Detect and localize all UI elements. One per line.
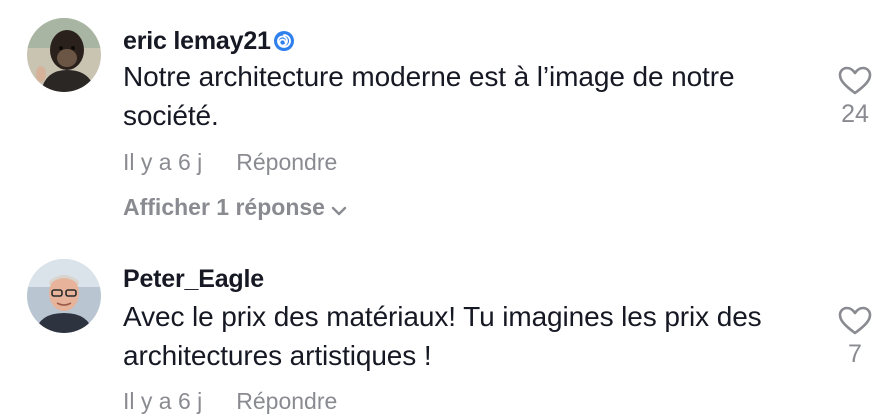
like-control: 24 <box>828 66 882 129</box>
swirl-emoji-icon <box>273 30 295 59</box>
view-replies-button[interactable]: Afficher 1 réponse <box>123 194 347 221</box>
comment-meta: Il y a 6 j Répondre <box>123 388 337 415</box>
comment-time: Il y a 6 j <box>123 388 203 414</box>
comment-text: Notre architecture moderne est à l’image… <box>123 61 735 131</box>
like-count: 7 <box>848 340 862 368</box>
reply-button[interactable]: Répondre <box>236 149 337 175</box>
heart-icon[interactable] <box>838 66 872 96</box>
heart-icon[interactable] <box>838 306 872 336</box>
view-replies-label: Afficher 1 réponse <box>123 194 325 220</box>
chevron-down-icon <box>331 206 347 216</box>
reply-button[interactable]: Répondre <box>236 388 337 414</box>
avatar[interactable] <box>27 259 101 333</box>
comment-username[interactable]: Peter_Eagle <box>123 265 264 294</box>
comment-username[interactable]: eric lemay21 <box>123 27 295 59</box>
comment-meta: Il y a 6 j Répondre <box>123 149 337 176</box>
like-control: 7 <box>828 306 882 369</box>
comment-text: Avec le prix des matériaux! Tu imagines … <box>123 301 762 371</box>
like-count: 24 <box>841 100 869 128</box>
comment-time: Il y a 6 j <box>123 149 203 175</box>
avatar[interactable] <box>27 18 101 92</box>
username-text: eric lemay21 <box>123 27 271 55</box>
